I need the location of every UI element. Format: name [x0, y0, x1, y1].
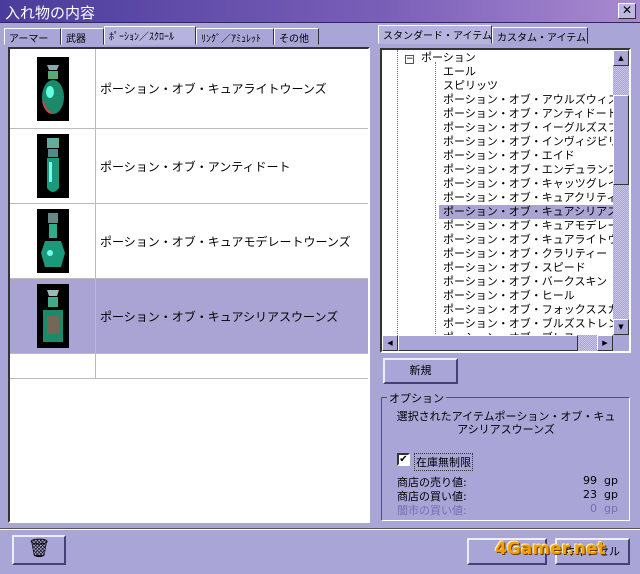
- options-group: オプション 選択されたアイテムポーション・オブ・キュアシリアスウーンズ ✔ 在庫…: [381, 390, 630, 521]
- tree-item[interactable]: ポーション・オブ・キャッツグレイス: [439, 177, 629, 191]
- scroll-corner: [613, 335, 629, 351]
- right-tabs: スタンダード・アイテム カスタム・アイテム: [378, 25, 628, 46]
- black-market-unit: gp: [604, 502, 618, 515]
- potion-vial-icon: [36, 134, 69, 198]
- tree-item[interactable]: ポーション・オブ・アウルズウィズダム: [439, 93, 629, 107]
- item-name: ポーション・オブ・キュアライトウーンズ: [100, 82, 327, 96]
- tree-item[interactable]: ポーション・オブ・エイド: [439, 149, 575, 163]
- list-item[interactable]: ポーション・オブ・アンティドート: [10, 129, 368, 204]
- list-item[interactable]: ポーション・オブ・キュアライトウーンズ: [10, 49, 368, 129]
- tree-item[interactable]: スピリッツ: [439, 79, 498, 93]
- tab-armor[interactable]: アーマー: [4, 28, 61, 45]
- tree-item[interactable]: ポーション・オブ・キュアライトウーンズ: [439, 233, 629, 247]
- selected-item-text: 選択されたアイテムポーション・オブ・キュアシリアスウーンズ: [396, 410, 616, 436]
- list-item-empty: [10, 354, 368, 379]
- new-button[interactable]: 新規: [383, 358, 458, 384]
- tree-line: [397, 50, 398, 340]
- collapse-icon[interactable]: −: [405, 55, 414, 64]
- tree-item[interactable]: ポーション・オブ・キュアモデレートウーンズ: [439, 219, 629, 233]
- buy-price-value: 23: [583, 488, 597, 501]
- tree-item[interactable]: ポーション・オブ・フォックススカニング: [439, 303, 629, 317]
- tab-potions-scrolls[interactable]: ﾎﾟｰｼｮﾝ／ｽｸﾛｰﾙ: [104, 26, 196, 45]
- divider: [0, 528, 640, 530]
- tree-item-selected[interactable]: ポーション・オブ・キュアシリアスウーンズ: [439, 205, 629, 219]
- potion-flask-icon: [36, 209, 69, 273]
- trash-icon: 🗑: [27, 538, 51, 559]
- scroll-thumb-h[interactable]: [398, 335, 578, 351]
- horizontal-scrollbar[interactable]: ◀ ▶: [382, 335, 613, 351]
- tab-rings-amulets[interactable]: ﾘﾝｸﾞ／ｱﾐｭﾚｯﾄ: [196, 28, 274, 45]
- tree-item[interactable]: ポーション・オブ・クラリティー: [439, 247, 607, 261]
- sell-price-unit: gp: [604, 474, 618, 487]
- item-list[interactable]: ポーション・オブ・キュアライトウーンズ ポーション・オブ・アンティドート ポーシ…: [8, 47, 370, 523]
- scroll-up-button[interactable]: ▲: [613, 50, 629, 66]
- tree-item[interactable]: ポーション・オブ・ヒール: [439, 289, 575, 303]
- unlimited-label[interactable]: 在庫無制限: [414, 453, 473, 471]
- vertical-scrollbar[interactable]: ▲ ▼: [613, 50, 629, 335]
- tree-root[interactable]: ポーション: [417, 51, 476, 65]
- item-name: ポーション・オブ・キュアシリアスウーンズ: [100, 309, 339, 324]
- tree-item[interactable]: ポーション・オブ・バークスキン: [439, 275, 607, 289]
- close-button[interactable]: ✕: [618, 3, 636, 19]
- tree-item[interactable]: ポーション・オブ・イーグルズスプレンダー: [439, 121, 629, 135]
- tree-item[interactable]: ポーション・オブ・アンティドート: [439, 107, 618, 121]
- list-item-selected[interactable]: ポーション・オブ・キュアシリアスウーンズ: [10, 279, 368, 354]
- delete-button[interactable]: 🗑: [12, 535, 66, 565]
- scroll-left-button[interactable]: ◀: [382, 335, 398, 351]
- potion-round-icon: [36, 56, 69, 121]
- left-tabs: アーマー 武器 ﾎﾟｰｼｮﾝ／ｽｸﾛｰﾙ ﾘﾝｸﾞ／ｱﾐｭﾚｯﾄ その他: [4, 26, 374, 47]
- black-market-label: 闇市の買い値:: [397, 504, 467, 517]
- tree-item[interactable]: ポーション・オブ・キュアクリティカルウーンズ: [439, 191, 629, 205]
- tree-item[interactable]: ポーション・オブ・エンデュランス: [439, 163, 619, 177]
- item-name: ポーション・オブ・アンティドート: [100, 159, 291, 174]
- item-tree[interactable]: − ポーション エール スピリッツ ポーション・オブ・アウルズウィズダム ポーション・…: [380, 48, 631, 353]
- sell-price-value: 99: [583, 474, 597, 487]
- watermark-logo: 4Gamer.net: [495, 539, 606, 559]
- scroll-down-button[interactable]: ▼: [613, 319, 629, 335]
- tree-item[interactable]: ポーション・オブ・ブルズストレングス: [439, 317, 629, 331]
- tab-other[interactable]: その他: [274, 28, 319, 45]
- tab-custom-items[interactable]: カスタム・アイテム: [492, 27, 588, 44]
- tab-standard-items[interactable]: スタンダード・アイテム: [378, 25, 492, 44]
- list-item[interactable]: ポーション・オブ・キュアモデレートウーンズ: [10, 204, 368, 279]
- tree-item[interactable]: エール: [439, 65, 476, 79]
- title-bar: 入れ物の内容: [0, 0, 640, 23]
- item-name: ポーション・オブ・キュアモデレートウーンズ: [100, 234, 351, 249]
- black-market-value: 0: [590, 502, 597, 515]
- scroll-right-button[interactable]: ▶: [597, 335, 613, 351]
- window-title: 入れ物の内容: [5, 4, 96, 22]
- tab-weapons[interactable]: 武器: [61, 28, 104, 45]
- options-legend: オプション: [387, 390, 446, 406]
- tree-item[interactable]: ポーション・オブ・スピード: [439, 261, 586, 275]
- tree-line: [435, 62, 436, 342]
- scroll-thumb[interactable]: [613, 95, 629, 185]
- tree-item[interactable]: ポーション・オブ・インヴィジビリティ: [439, 135, 629, 149]
- potion-square-icon: [36, 284, 69, 348]
- unlimited-checkbox[interactable]: ✔: [397, 453, 410, 466]
- buy-price-unit: gp: [604, 488, 618, 501]
